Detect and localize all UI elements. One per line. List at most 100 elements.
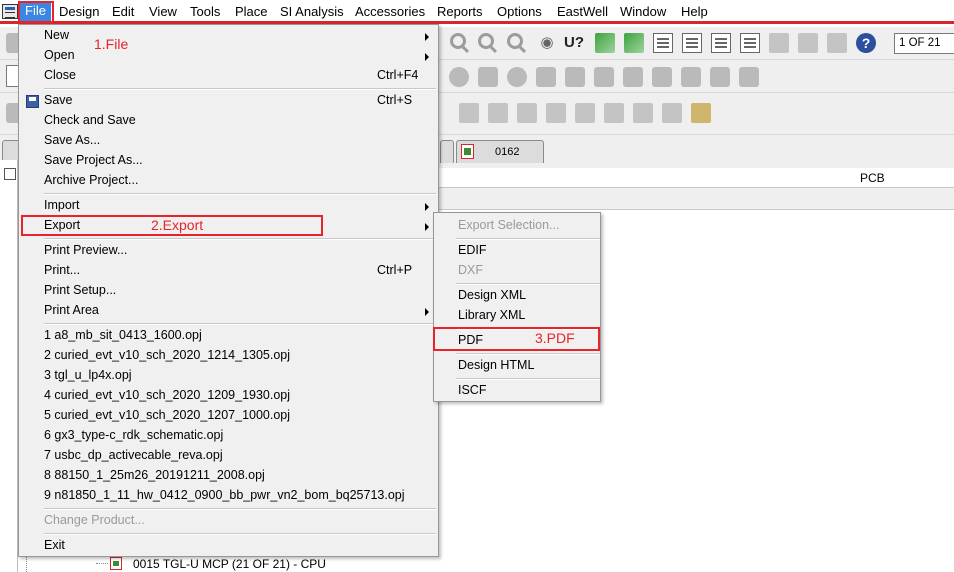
align-top-icon[interactable] [546, 103, 566, 123]
align-middle-icon[interactable] [575, 103, 595, 123]
menu-item-print-area[interactable]: Print Area [44, 303, 99, 317]
menu-item-close[interactable]: Close [44, 68, 76, 82]
bom-icon[interactable] [682, 33, 702, 53]
recent-file-item[interactable]: 1 a8_mb_sit_0413_1600.opj [44, 328, 202, 342]
menu-separator [456, 378, 600, 380]
save-icon [26, 95, 39, 108]
menu-eastwell[interactable]: EastWell [557, 4, 608, 19]
help-query-icon[interactable]: U? [564, 33, 584, 53]
zoom-out-icon[interactable] [478, 33, 494, 49]
cross-reference-icon[interactable] [711, 33, 731, 53]
project-pane-edge [0, 160, 18, 572]
place-port-icon[interactable] [449, 67, 469, 87]
recent-file-item[interactable]: 9 n81850_1_11_hw_0412_0900_bb_pwr_vn2_bo… [44, 488, 405, 502]
menu-item-edif[interactable]: EDIF [458, 243, 486, 257]
menu-item-print-preview[interactable]: Print Preview... [44, 243, 127, 257]
menu-item-import[interactable]: Import [44, 198, 79, 212]
pcb-column-header: PCB [860, 171, 885, 185]
place-offpage-icon[interactable] [652, 67, 672, 87]
menu-tools[interactable]: Tools [190, 4, 220, 19]
pane-subheader [438, 188, 954, 210]
menu-separator [456, 353, 600, 355]
tree-branch [96, 563, 108, 564]
place-text-icon[interactable] [710, 67, 730, 87]
hierarchy-icon[interactable] [827, 33, 847, 53]
menu-item-check-and-save[interactable]: Check and Save [44, 113, 136, 127]
menu-window[interactable]: Window [620, 4, 666, 19]
recent-file-item[interactable]: 2 curied_evt_v10_sch_2020_1214_1305.opj [44, 348, 290, 362]
menu-item-open[interactable]: Open [44, 48, 75, 62]
menu-accessories[interactable]: Accessories [355, 4, 425, 19]
menu-separator [44, 323, 436, 325]
place-bus-icon[interactable] [478, 67, 498, 87]
menu-help[interactable]: Help [681, 4, 708, 19]
page-counter[interactable]: 1 OF 21 [894, 33, 954, 54]
menu-separator [44, 238, 436, 240]
doc-tab-partial[interactable] [440, 140, 454, 163]
recent-file-item[interactable]: 3 tgl_u_lp4x.opj [44, 368, 132, 382]
recent-file-item[interactable]: 8 88150_1_25m26_20191211_2008.opj [44, 468, 265, 482]
menu-options[interactable]: Options [497, 4, 542, 19]
place-ground-icon[interactable] [623, 67, 643, 87]
annotation-step-1: 1.File [94, 36, 129, 52]
menu-item-iscf[interactable]: ISCF [458, 383, 486, 397]
close-shortcut: Ctrl+F4 [377, 68, 419, 82]
zoom-area-icon[interactable] [507, 33, 523, 49]
submenu-arrow-icon [425, 53, 429, 61]
recent-file-item[interactable]: 5 curied_evt_v10_sch_2020_1207_1000.opj [44, 408, 290, 422]
menu-item-print[interactable]: Print... [44, 263, 80, 277]
align-left-icon[interactable] [459, 103, 479, 123]
help-icon[interactable]: ? [856, 33, 876, 53]
menu-item-new[interactable]: New [44, 28, 69, 42]
menu-edit[interactable]: Edit [112, 4, 134, 19]
menu-si-analysis[interactable]: SI Analysis [280, 4, 344, 19]
menu-separator [44, 533, 436, 535]
menu-item-save-project-as[interactable]: Save Project As... [44, 153, 143, 167]
align-right-icon[interactable] [517, 103, 537, 123]
highlight-pdf-item [433, 327, 600, 351]
doc-tab-0162[interactable]: 0162 [456, 140, 544, 163]
place-junction-icon[interactable] [565, 67, 585, 87]
menu-separator [44, 88, 436, 90]
menu-item-print-setup[interactable]: Print Setup... [44, 283, 116, 297]
menu-item-archive-project[interactable]: Archive Project... [44, 173, 138, 187]
menu-item-library-xml[interactable]: Library XML [458, 308, 525, 322]
menu-item-export-selection: Export Selection... [458, 218, 560, 232]
menu-item-exit[interactable]: Exit [44, 538, 65, 552]
view-icon[interactable]: ◉ [537, 33, 557, 53]
place-no-connect-icon[interactable] [681, 67, 701, 87]
menu-item-design-xml[interactable]: Design XML [458, 288, 526, 302]
tree-item-label[interactable]: 0015 TGL-U MCP (21 OF 21) - CPU [133, 557, 326, 571]
place-line-icon[interactable] [739, 67, 759, 87]
snap-icon[interactable] [769, 33, 789, 53]
place-power-icon[interactable] [594, 67, 614, 87]
pointer-icon[interactable] [798, 33, 818, 53]
tree-connector [26, 556, 27, 572]
distribute-vertical-icon[interactable] [662, 103, 682, 123]
menu-place[interactable]: Place [235, 4, 268, 19]
drc-icon[interactable] [624, 33, 644, 53]
align-bottom-icon[interactable] [604, 103, 624, 123]
recent-file-item[interactable]: 4 curied_evt_v10_sch_2020_1209_1930.opj [44, 388, 290, 402]
menu-item-save-as[interactable]: Save As... [44, 133, 100, 147]
submenu-arrow-icon [425, 308, 429, 316]
menu-separator [456, 238, 600, 240]
menu-reports[interactable]: Reports [437, 4, 483, 19]
lock-icon[interactable] [691, 103, 711, 123]
netlist-icon[interactable] [653, 33, 673, 53]
zoom-in-icon[interactable] [450, 33, 466, 49]
distribute-horizontal-icon[interactable] [633, 103, 653, 123]
annotate-icon[interactable] [595, 33, 615, 53]
schematic-page-icon [461, 144, 474, 159]
menu-view[interactable]: View [149, 4, 177, 19]
recent-file-item[interactable]: 6 gx3_type-c_rdk_schematic.opj [44, 428, 223, 442]
place-wire-icon[interactable] [507, 67, 527, 87]
place-net-alias-icon[interactable] [536, 67, 556, 87]
menu-design[interactable]: Design [59, 4, 99, 19]
menu-item-design-html[interactable]: Design HTML [458, 358, 534, 372]
app-icon[interactable] [2, 4, 18, 19]
align-center-icon[interactable] [488, 103, 508, 123]
recent-file-item[interactable]: 7 usbc_dp_activecable_reva.opj [44, 448, 223, 462]
back-annotate-icon[interactable] [740, 33, 760, 53]
menu-item-save[interactable]: Save [44, 93, 73, 107]
